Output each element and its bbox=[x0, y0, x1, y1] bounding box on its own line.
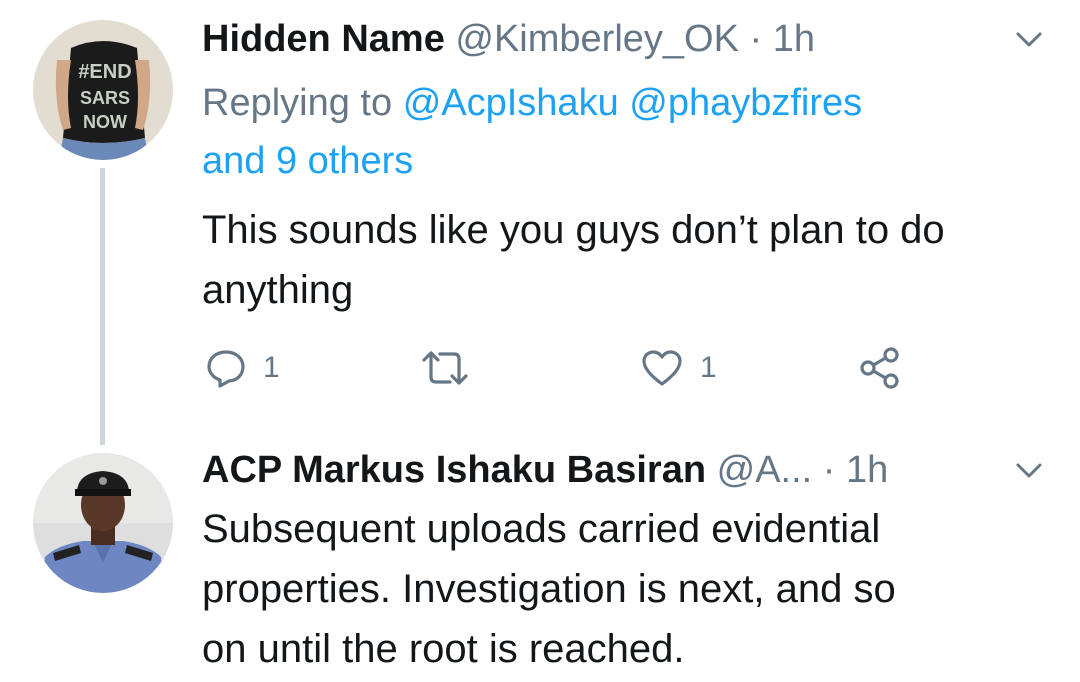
like-button[interactable]: 1 bbox=[640, 345, 717, 391]
mention-phaybzfires[interactable]: @phaybzfires bbox=[629, 82, 862, 124]
replying-to: Replying to @AcpIshaku @phaybzfires and … bbox=[202, 74, 1022, 190]
mention-others[interactable]: and 9 others bbox=[202, 140, 413, 182]
user-handle[interactable]: @Kimberley_OK bbox=[455, 18, 739, 60]
separator-dot: · bbox=[822, 449, 836, 491]
avatar-acp-markus[interactable] bbox=[33, 453, 173, 593]
tweet-text-line: on until the root is reached. bbox=[202, 627, 685, 671]
tweet-text: Subsequent uploads carried evidential pr… bbox=[202, 499, 1062, 679]
avatar-hidden-name[interactable]: #END SARS NOW bbox=[33, 20, 173, 160]
tweet-text-line: This sounds like you guys don’t plan to … bbox=[202, 208, 945, 252]
svg-text:SARS: SARS bbox=[80, 88, 130, 108]
share-icon bbox=[860, 347, 899, 389]
tweet-text-line: Subsequent uploads carried evidential bbox=[202, 507, 881, 551]
avatar-image: #END SARS NOW bbox=[33, 20, 173, 160]
tweet-text-line: properties. Investigation is next, and s… bbox=[202, 567, 896, 611]
like-icon bbox=[642, 350, 682, 386]
tweet-acp-markus-ishaku-basiran[interactable]: ACP Markus Ishaku Basiran @A... · 1h Sub… bbox=[0, 445, 1080, 682]
chevron-down-icon[interactable] bbox=[1015, 462, 1043, 480]
tweet-header: ACP Markus Ishaku Basiran @A... · 1h bbox=[202, 447, 888, 493]
display-name[interactable]: ACP Markus Ishaku Basiran bbox=[202, 449, 706, 491]
display-name[interactable]: Hidden Name bbox=[202, 18, 445, 60]
svg-text:NOW: NOW bbox=[83, 112, 127, 132]
reply-icon bbox=[207, 350, 245, 388]
like-count: 1 bbox=[700, 351, 717, 384]
svg-text:#END: #END bbox=[78, 61, 131, 83]
tweet-text: This sounds like you guys don’t plan to … bbox=[202, 200, 1062, 320]
chevron-down-icon[interactable] bbox=[1015, 31, 1043, 49]
thread-connector-line bbox=[100, 168, 105, 445]
retweet-button[interactable] bbox=[420, 345, 470, 391]
user-handle[interactable]: @A... bbox=[717, 449, 813, 491]
separator-dot: · bbox=[749, 18, 763, 60]
tweet-header: Hidden Name @Kimberley_OK · 1h bbox=[202, 16, 815, 62]
tweet-text-line: anything bbox=[202, 268, 354, 312]
avatar-image bbox=[33, 453, 173, 593]
retweet-icon bbox=[422, 351, 468, 385]
reply-button[interactable]: 1 bbox=[205, 345, 280, 391]
replying-prefix: Replying to bbox=[202, 82, 393, 124]
timestamp[interactable]: 1h bbox=[773, 18, 815, 60]
timestamp[interactable]: 1h bbox=[846, 449, 888, 491]
tweet-hidden-name[interactable]: #END SARS NOW Hidden Name @Kimberley_OK … bbox=[0, 0, 1080, 445]
share-button[interactable] bbox=[858, 345, 902, 391]
reply-count: 1 bbox=[263, 351, 280, 384]
mention-acpishaku[interactable]: @AcpIshaku bbox=[403, 82, 619, 124]
